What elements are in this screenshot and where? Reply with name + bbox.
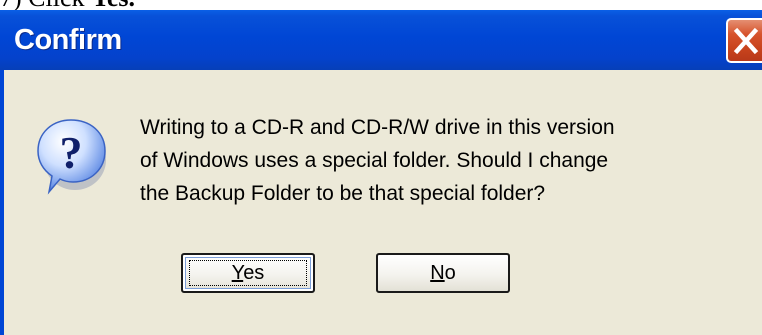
dialog-title: Confirm [14, 24, 122, 56]
no-mnemonic: N [430, 262, 445, 284]
title-bar[interactable]: Confirm [0, 10, 762, 70]
message-line: Writing to a CD-R and CD-R/W drive in th… [140, 116, 615, 139]
yes-label-rest: es [243, 262, 265, 284]
yes-mnemonic: Y [231, 262, 244, 284]
close-button[interactable] [726, 18, 762, 63]
dialog-body: ? Writing to a CD-R and CD-R/W drive in … [4, 70, 762, 335]
confirm-dialog: Confirm ? Writing to a CD-R and CD-R/W d… [0, 10, 762, 335]
document-step-instruction: 7) Click Yes. [0, 0, 135, 11]
question-icon: ? [37, 119, 106, 195]
document-page: 7) Click Yes. Confirm [0, 0, 762, 335]
no-button-label: No [430, 262, 456, 284]
dialog-message: Writing to a CD-R and CD-R/W drive in th… [140, 111, 740, 210]
yes-button[interactable]: Yes [181, 253, 315, 293]
no-button[interactable]: No [376, 253, 510, 293]
no-label-rest: o [444, 262, 456, 284]
svg-text:?: ? [60, 127, 83, 178]
close-icon [733, 27, 759, 55]
message-line: the Backup Folder to be that special fol… [140, 182, 546, 205]
yes-button-label: Yes [232, 262, 265, 284]
message-line: of Windows uses a special folder. Should… [140, 149, 609, 172]
